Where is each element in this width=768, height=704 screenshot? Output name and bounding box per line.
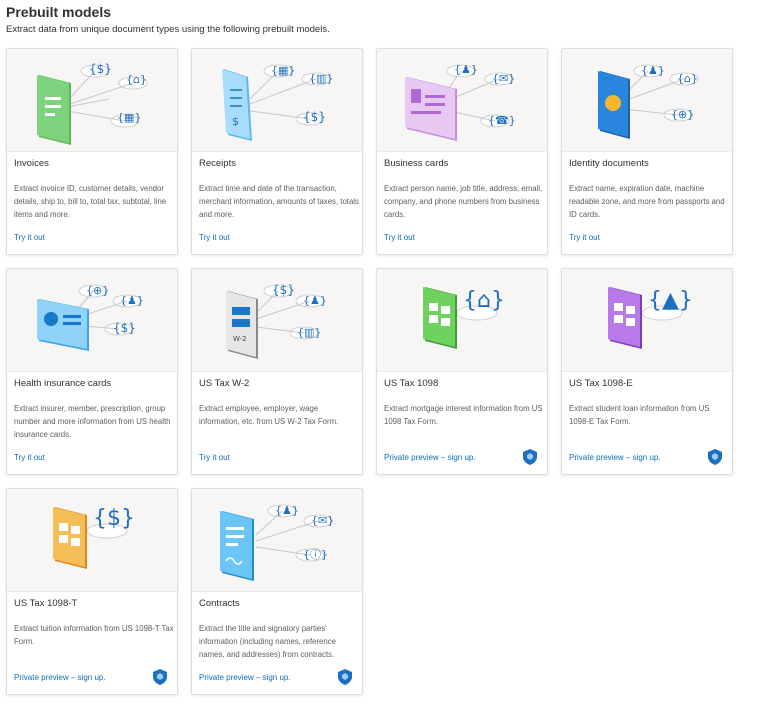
svg-text:{☎}: {☎} bbox=[488, 114, 516, 127]
card-identity-documents[interactable]: {♟} {⌂} {⊕} Identity documents Extract n… bbox=[561, 48, 733, 255]
svg-text:{$}: {$} bbox=[93, 506, 135, 531]
page-title: Prebuilt models bbox=[6, 4, 112, 20]
model-grid: {$} {⌂} {▦} Invoices Extract invoice ID,… bbox=[6, 48, 733, 695]
card-art: {⌂} bbox=[377, 269, 547, 372]
svg-text:{♟}: {♟} bbox=[120, 294, 144, 307]
card-description: Extract insurer, member, prescription, g… bbox=[14, 404, 171, 439]
svg-text:{▥}: {▥} bbox=[309, 72, 333, 85]
svg-text:{$}: {$} bbox=[303, 110, 326, 124]
card-us-tax-w2[interactable]: W-2 {$} {♟} {▥} US Tax W-2 Extract emplo… bbox=[191, 268, 363, 475]
card-description: Extract employee, employer, wage informa… bbox=[199, 404, 339, 426]
svg-text:{$}: {$} bbox=[272, 283, 295, 297]
card-art: {⊕} {♟} {$} bbox=[7, 269, 177, 372]
w2-form-icon: W-2 {$} {♟} {▥} bbox=[226, 283, 327, 359]
card-title: Health insurance cards bbox=[14, 378, 112, 389]
card-title: Identity documents bbox=[569, 158, 649, 169]
private-preview-link[interactable]: Private preview – sign up. bbox=[14, 673, 106, 682]
card-title: US Tax W-2 bbox=[199, 378, 250, 389]
svg-text:W-2: W-2 bbox=[233, 335, 247, 343]
card-title: Receipts bbox=[199, 158, 236, 169]
card-art: {♟} {✉} {ⓘ} bbox=[192, 489, 362, 592]
svg-text:{▥}: {▥} bbox=[297, 326, 321, 339]
svg-text:$: $ bbox=[232, 115, 239, 128]
tax-1098e-icon: {▲} bbox=[608, 287, 693, 349]
card-description: Extract name, expiration date, machine r… bbox=[569, 184, 725, 219]
card-contracts[interactable]: {♟} {✉} {ⓘ} Contracts Extract the title … bbox=[191, 488, 363, 695]
svg-text:{⌂}: {⌂} bbox=[126, 73, 147, 86]
card-title: Invoices bbox=[14, 158, 49, 169]
try-it-out-link[interactable]: Try it out bbox=[569, 233, 600, 242]
contract-icon: {♟} {✉} {ⓘ} bbox=[220, 504, 334, 581]
card-art: {▲} bbox=[562, 269, 732, 372]
try-it-out-link[interactable]: Try it out bbox=[199, 453, 230, 462]
page-subtitle: Extract data from unique document types … bbox=[6, 24, 330, 35]
card-title: Business cards bbox=[384, 158, 449, 169]
card-description: Extract student loan information from US… bbox=[569, 404, 710, 426]
card-invoices[interactable]: {$} {⌂} {▦} Invoices Extract invoice ID,… bbox=[6, 48, 178, 255]
card-business-cards[interactable]: {♟} {✉} {☎} Business cards Extract perso… bbox=[376, 48, 548, 255]
shield-icon bbox=[153, 669, 167, 685]
card-art: {$} {⌂} {▦} bbox=[7, 49, 177, 152]
card-art: {♟} {✉} {☎} bbox=[377, 49, 547, 152]
svg-text:{▦}: {▦} bbox=[117, 111, 141, 124]
private-preview-link[interactable]: Private preview – sign up. bbox=[384, 453, 476, 462]
card-description: Extract time and date of the transaction… bbox=[199, 184, 359, 219]
shield-icon bbox=[708, 449, 722, 465]
svg-text:{⌂}: {⌂} bbox=[463, 288, 505, 313]
tax-1098t-icon: {$} bbox=[53, 506, 135, 569]
card-title: Contracts bbox=[199, 598, 240, 609]
svg-text:{♟}: {♟} bbox=[303, 294, 327, 307]
try-it-out-link[interactable]: Try it out bbox=[14, 453, 45, 462]
card-art: {$} bbox=[7, 489, 177, 592]
business-card-icon: {♟} {✉} {☎} bbox=[405, 63, 516, 141]
tax-1098-icon: {⌂} bbox=[423, 287, 505, 349]
try-it-out-link[interactable]: Try it out bbox=[199, 233, 230, 242]
private-preview-link[interactable]: Private preview – sign up. bbox=[199, 673, 291, 682]
passport-icon: {♟} {⌂} {⊕} bbox=[598, 64, 699, 139]
receipt-icon: $ {▦} {▥} {$} bbox=[222, 64, 333, 141]
private-preview-link[interactable]: Private preview – sign up. bbox=[569, 453, 661, 462]
card-art: W-2 {$} {♟} {▥} bbox=[192, 269, 362, 372]
svg-text:{$}: {$} bbox=[89, 62, 112, 76]
svg-text:{⊕}: {⊕} bbox=[671, 108, 694, 121]
card-art: $ {▦} {▥} {$} bbox=[192, 49, 362, 152]
card-description: Extract invoice ID, customer details, ve… bbox=[14, 184, 167, 219]
shield-icon bbox=[523, 449, 537, 465]
svg-text:{ⓘ}: {ⓘ} bbox=[303, 548, 328, 561]
svg-text:{▲}: {▲} bbox=[648, 288, 693, 313]
svg-text:{♟}: {♟} bbox=[275, 504, 299, 517]
card-us-tax-1098[interactable]: {⌂} US Tax 1098 Extract mortgage interes… bbox=[376, 268, 548, 475]
card-description: Extract the title and signatory parties'… bbox=[199, 624, 336, 659]
card-description: Extract tuition information from US 1098… bbox=[14, 624, 174, 646]
svg-text:{$}: {$} bbox=[113, 321, 136, 335]
card-title: US Tax 1098-T bbox=[14, 598, 78, 609]
card-title: US Tax 1098 bbox=[384, 378, 439, 389]
svg-text:{⌂}: {⌂} bbox=[677, 72, 698, 85]
invoice-icon: {$} {⌂} {▦} bbox=[37, 62, 148, 145]
svg-text:{▦}: {▦} bbox=[271, 64, 295, 77]
card-us-tax-1098e[interactable]: {▲} US Tax 1098-E Extract student loan i… bbox=[561, 268, 733, 475]
svg-text:{✉}: {✉} bbox=[311, 514, 334, 527]
card-us-tax-1098t[interactable]: {$} US Tax 1098-T Extract tuition inform… bbox=[6, 488, 178, 695]
card-receipts[interactable]: $ {▦} {▥} {$} Receipts Extract time and … bbox=[191, 48, 363, 255]
svg-text:{♟}: {♟} bbox=[454, 63, 478, 76]
card-art: {♟} {⌂} {⊕} bbox=[562, 49, 732, 152]
card-title: US Tax 1098-E bbox=[569, 378, 633, 389]
card-description: Extract mortgage interest information fr… bbox=[384, 404, 543, 426]
shield-icon bbox=[338, 669, 352, 685]
try-it-out-link[interactable]: Try it out bbox=[384, 233, 415, 242]
svg-text:{⊕}: {⊕} bbox=[86, 284, 109, 297]
svg-text:{♟}: {♟} bbox=[641, 64, 665, 77]
health-card-icon: {⊕} {♟} {$} bbox=[37, 284, 144, 351]
card-description: Extract person name, job title, address,… bbox=[384, 184, 543, 219]
svg-text:{✉}: {✉} bbox=[492, 72, 515, 85]
card-health-insurance-cards[interactable]: {⊕} {♟} {$} Health insurance cards Extra… bbox=[6, 268, 178, 475]
try-it-out-link[interactable]: Try it out bbox=[14, 233, 45, 242]
